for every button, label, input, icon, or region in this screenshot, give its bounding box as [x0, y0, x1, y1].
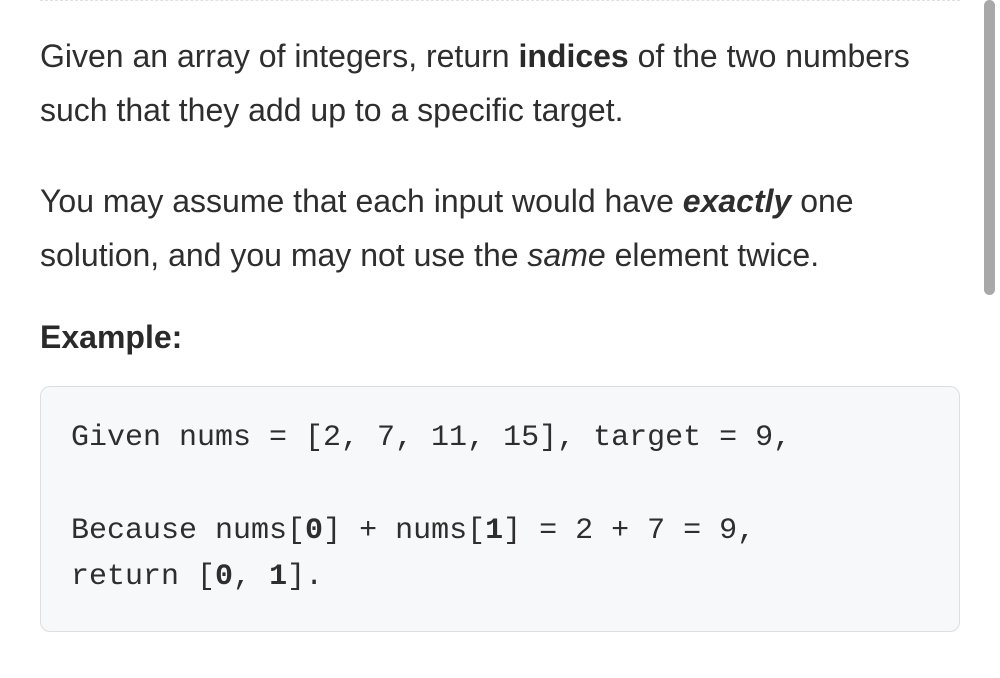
text-segment: element twice.: [606, 237, 819, 273]
scrollbar-thumb[interactable]: [984, 0, 995, 295]
problem-paragraph-1: Given an array of integers, return indic…: [40, 29, 960, 138]
code-bold-0b: 0: [215, 560, 233, 594]
code-bold-1b: 1: [269, 560, 287, 594]
code-line-1: Given nums = [2, 7, 11, 15], target = 9,: [71, 421, 791, 455]
code-line-2-post: ] = 2 + 7 = 9,: [503, 514, 755, 548]
em-same: same: [527, 237, 605, 273]
top-divider: [40, 0, 960, 1]
code-bold-1: 1: [485, 514, 503, 548]
text-segment: Given an array of integers, return: [40, 38, 518, 74]
example-code-block: Given nums = [2, 7, 11, 15], target = 9,…: [40, 386, 960, 632]
code-line-2-mid: ] + nums[: [323, 514, 485, 548]
example-heading: Example:: [40, 319, 960, 356]
bold-word-indices: indices: [518, 38, 628, 74]
code-line-3-post: ].: [287, 560, 323, 594]
code-line-3-mid: ,: [233, 560, 269, 594]
code-bold-0: 0: [305, 514, 323, 548]
problem-paragraph-2: You may assume that each input would hav…: [40, 174, 960, 283]
code-line-3-pre: return [: [71, 560, 215, 594]
code-line-2-pre: Because nums[: [71, 514, 305, 548]
text-segment: You may assume that each input would hav…: [40, 183, 683, 219]
problem-container: Given an array of integers, return indic…: [0, 0, 1000, 678]
em-strong-exactly: exactly: [683, 183, 792, 219]
